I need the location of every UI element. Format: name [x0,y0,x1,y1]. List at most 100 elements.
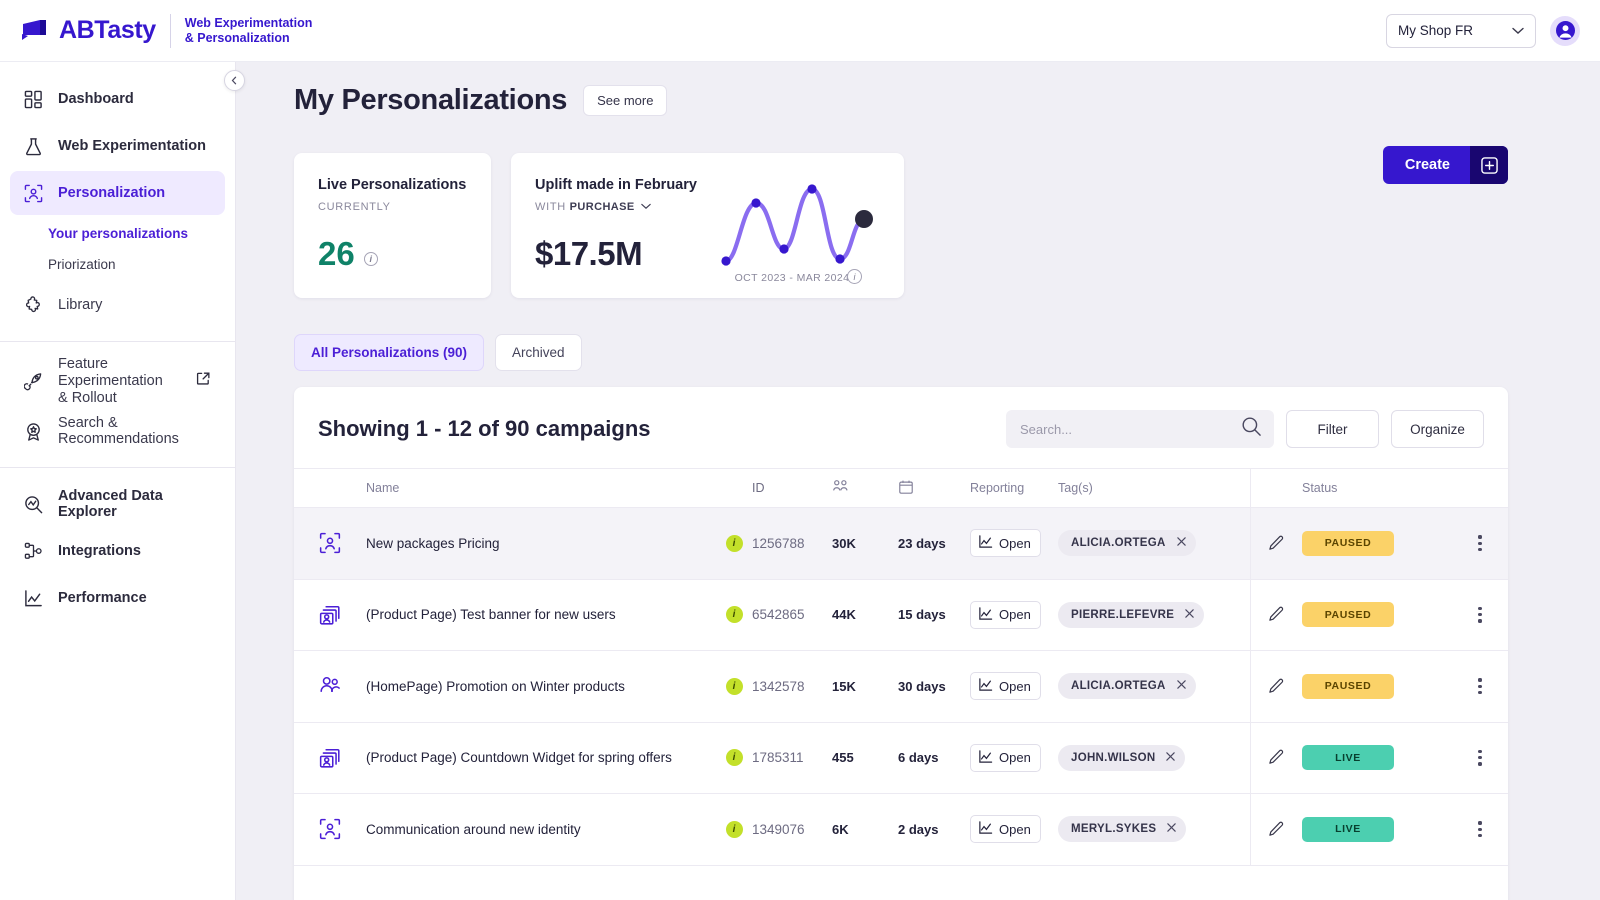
table-row[interactable]: New packages Pricing i 1256788 30K 23 da… [294,508,1508,580]
table-row[interactable]: Communication around new identity i 1349… [294,794,1508,866]
info-badge-icon[interactable]: i [725,820,743,838]
external-link-icon[interactable] [196,371,211,391]
tab-archived[interactable]: Archived [495,334,582,371]
top-bar-right: My Shop FR [1386,13,1580,48]
see-more-button[interactable]: See more [583,85,668,116]
campaign-type-icon [294,675,366,697]
dashboard-icon [22,88,44,110]
sparkline-svg [721,184,873,266]
sidebar-item-feature-experimentation[interactable]: Feature Experimentation & Rollout [10,356,225,406]
filter-button[interactable]: Filter [1286,410,1379,448]
open-label: Open [999,750,1031,766]
tag-chip[interactable]: JOHN.WILSON [1058,744,1186,771]
metric-chevron-down-icon[interactable] [638,201,652,213]
status-badge[interactable]: LIVE [1302,816,1394,842]
status-badge[interactable]: PAUSED [1302,673,1394,699]
campaign-audience: 44K [832,607,856,623]
badge-icon [22,420,44,442]
edit-pencil-icon[interactable] [1268,749,1285,766]
create-button-label: Create [1404,157,1450,173]
uplift-sparkline-chart: OCT 2023 - MAR 2024 i [704,167,894,297]
edit-pencil-icon[interactable] [1268,678,1285,695]
open-reporting-button[interactable]: Open [970,529,1041,558]
info-icon[interactable]: i [363,252,378,266]
row-actions-menu-icon[interactable] [1473,673,1486,699]
tab-all-personalizations[interactable]: All Personalizations (90) [294,334,485,371]
tag-chip[interactable]: ALICIA.ORTEGA [1058,673,1196,700]
edit-pencil-icon[interactable] [1268,535,1285,552]
tag-chip[interactable]: MERYL.SYKES [1058,816,1187,843]
sidebar-item-performance[interactable]: Performance [10,576,225,620]
sidebar-subitem-your-personalizations[interactable]: Your personalizations [0,218,235,249]
open-reporting-button[interactable]: Open [970,815,1041,844]
close-icon[interactable] [1165,751,1176,765]
th-name: Name [366,481,400,495]
calendar-icon [898,480,914,498]
close-icon[interactable] [1176,679,1187,693]
search-box[interactable] [1006,410,1274,448]
open-label: Open [999,678,1031,694]
campaign-name[interactable]: New packages Pricing [366,536,716,551]
open-reporting-button[interactable]: Open [970,672,1041,701]
info-badge-icon[interactable]: i [725,749,743,767]
edit-pencil-icon[interactable] [1268,821,1285,838]
close-icon[interactable] [1176,536,1187,550]
status-badge[interactable]: PAUSED [1302,530,1394,556]
sidebar-item-label: Search & Recommendations [58,415,179,447]
campaigns-panel: Showing 1 - 12 of 90 campaigns Filter Or… [294,387,1508,900]
campaign-name[interactable]: (Product Page) Countdown Widget for spri… [366,750,716,765]
sidebar-subitem-priorization[interactable]: Priorization [0,249,235,280]
table-row[interactable]: (Product Page) Countdown Widget for spri… [294,722,1508,794]
info-badge-icon[interactable]: i [725,606,743,624]
edit-pencil-icon[interactable] [1268,606,1285,623]
campaign-name[interactable]: Communication around new identity [366,822,716,837]
campaign-id: 6542865 [752,607,805,623]
table-header: Name ID Reporting Tag(s) Status [294,468,1508,508]
sidebar-item-integrations[interactable]: Integrations [10,529,225,573]
sidebar-item-web-experimentation[interactable]: Web Experimentation [10,124,225,168]
status-badge[interactable]: LIVE [1302,745,1394,771]
shop-selector[interactable]: My Shop FR [1386,13,1536,48]
row-actions-menu-icon[interactable] [1473,530,1486,556]
status-badge[interactable]: PAUSED [1302,602,1394,628]
row-actions-menu-icon[interactable] [1473,602,1486,628]
tag-chip[interactable]: PIERRE.LEFEVRE [1058,601,1205,628]
campaign-name[interactable]: (Product Page) Test banner for new users [366,607,716,622]
brand: ABTasty Web Experimentation & Personaliz… [18,13,312,48]
chart-icon [978,606,993,624]
search-icon[interactable] [1241,416,1262,442]
table-row[interactable]: (HomePage) Promotion on Winter products … [294,651,1508,723]
sidebar-item-library[interactable]: Library [10,283,225,327]
close-icon[interactable] [1166,822,1177,836]
tag-chip[interactable]: ALICIA.ORTEGA [1058,530,1196,557]
sidebar-item-advanced-data-explorer[interactable]: Advanced Data Explorer [10,482,225,526]
chevron-down-icon [1512,23,1524,38]
sidebar-item-dashboard[interactable]: Dashboard [10,77,225,121]
open-reporting-button[interactable]: Open [970,600,1041,629]
abtasty-logo[interactable]: ABTasty [18,16,156,45]
close-icon[interactable] [1184,608,1195,622]
campaign-type-icon [294,818,366,840]
search-input[interactable] [1020,421,1225,437]
campaign-name[interactable]: (HomePage) Promotion on Winter products [366,679,716,694]
flask-icon [22,135,44,157]
row-actions-menu-icon[interactable] [1473,816,1486,842]
info-badge-icon[interactable]: i [725,677,743,695]
card-metric-value[interactable]: PURCHASE [570,201,635,213]
page-header: My Personalizations See more [294,62,1508,117]
tag-label: JOHN.WILSON [1071,751,1156,764]
table-row[interactable]: (Product Page) Test banner for new users… [294,579,1508,651]
chart-icon [978,677,993,695]
open-reporting-button[interactable]: Open [970,743,1041,772]
card-subtitle: CURRENTLY [318,201,391,213]
info-badge-icon[interactable]: i [725,534,743,552]
plus-icon[interactable] [1470,146,1508,184]
avatar[interactable] [1550,15,1580,46]
row-actions-menu-icon[interactable] [1473,745,1486,771]
sidebar-item-personalization[interactable]: Personalization [10,171,225,215]
sidebar-item-search-recommendations[interactable]: Search & Recommendations [10,409,225,453]
create-button[interactable]: Create [1382,146,1508,184]
info-icon[interactable]: i [847,269,862,284]
sidebar-collapse-button[interactable] [224,70,245,91]
organize-button[interactable]: Organize [1391,410,1484,448]
